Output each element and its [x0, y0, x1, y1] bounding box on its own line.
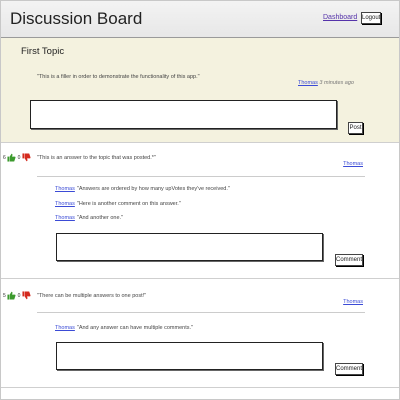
- topic-author-link[interactable]: Thomas: [298, 80, 318, 86]
- comment-button[interactable]: Comment: [335, 363, 363, 375]
- comment-text: "Answers are ordered by how many upVotes…: [76, 186, 230, 192]
- answer-author-link[interactable]: Thomas: [343, 161, 363, 167]
- post-button[interactable]: Post: [348, 122, 363, 134]
- comment-item: Thomas "And any answer can have multiple …: [55, 325, 193, 331]
- app-title: Discussion Board: [10, 9, 143, 28]
- answer-item: 6 0 "This is an answer to the topic that…: [1, 143, 399, 279]
- comment-text: "Here is another comment on this answer.…: [76, 201, 181, 207]
- thumbs-up-icon[interactable]: [7, 153, 16, 162]
- answer-author-link[interactable]: Thomas: [343, 299, 363, 305]
- comment-item: Thomas "Here is another comment on this a…: [55, 201, 181, 207]
- answer-divider: [1, 387, 399, 388]
- comment-item: Thomas "Answers are ordered by how many u…: [55, 186, 230, 192]
- comment-input[interactable]: [56, 342, 323, 370]
- thumbs-down-icon[interactable]: [22, 153, 31, 162]
- answer-divider: [37, 176, 365, 177]
- comment-author-link[interactable]: Thomas: [55, 325, 75, 331]
- topic-body: "This is a filler in order to demonstrat…: [37, 74, 200, 80]
- answer-input[interactable]: [30, 100, 337, 129]
- top-bar: Discussion Board Dashboard Logout: [1, 1, 399, 38]
- logout-button[interactable]: Logout: [361, 12, 381, 24]
- dashboard-link[interactable]: Dashboard: [323, 14, 357, 21]
- downvote-count: 0: [17, 154, 21, 161]
- comment-item: Thomas "And another one.": [55, 215, 123, 221]
- page-frame: Discussion Board Dashboard Logout First …: [0, 0, 400, 400]
- comment-text: "And another one.": [76, 215, 123, 221]
- upvote-count: 6: [3, 154, 6, 161]
- topic-title: First Topic: [21, 46, 65, 57]
- topic-timestamp: 3 minutes ago: [319, 80, 354, 86]
- answer-text: "This is an answer to the topic that was…: [37, 155, 156, 161]
- comment-input[interactable]: [56, 233, 323, 261]
- answer-text: "There can be multiple answers to one po…: [37, 293, 147, 299]
- comment-text: "And any answer can have multiple commen…: [76, 325, 193, 331]
- comment-author-link[interactable]: Thomas: [55, 186, 75, 192]
- vote-controls: 5 0: [3, 291, 31, 300]
- thumbs-down-icon[interactable]: [22, 291, 31, 300]
- downvote-count: 0: [17, 292, 21, 299]
- comment-author-link[interactable]: Thomas: [55, 215, 75, 221]
- upvote-count: 5: [3, 292, 6, 299]
- comment-author-link[interactable]: Thomas: [55, 201, 75, 207]
- topic-panel: First Topic "This is a filler in order t…: [1, 38, 399, 143]
- topic-meta: Thomas 3 minutes ago: [298, 80, 354, 86]
- thumbs-up-icon[interactable]: [7, 291, 16, 300]
- answer-divider: [37, 312, 365, 313]
- vote-controls: 6 0: [3, 153, 31, 162]
- comment-button[interactable]: Comment: [335, 254, 363, 266]
- answer-item: 5 0 "There can be multiple answers to on…: [1, 279, 399, 387]
